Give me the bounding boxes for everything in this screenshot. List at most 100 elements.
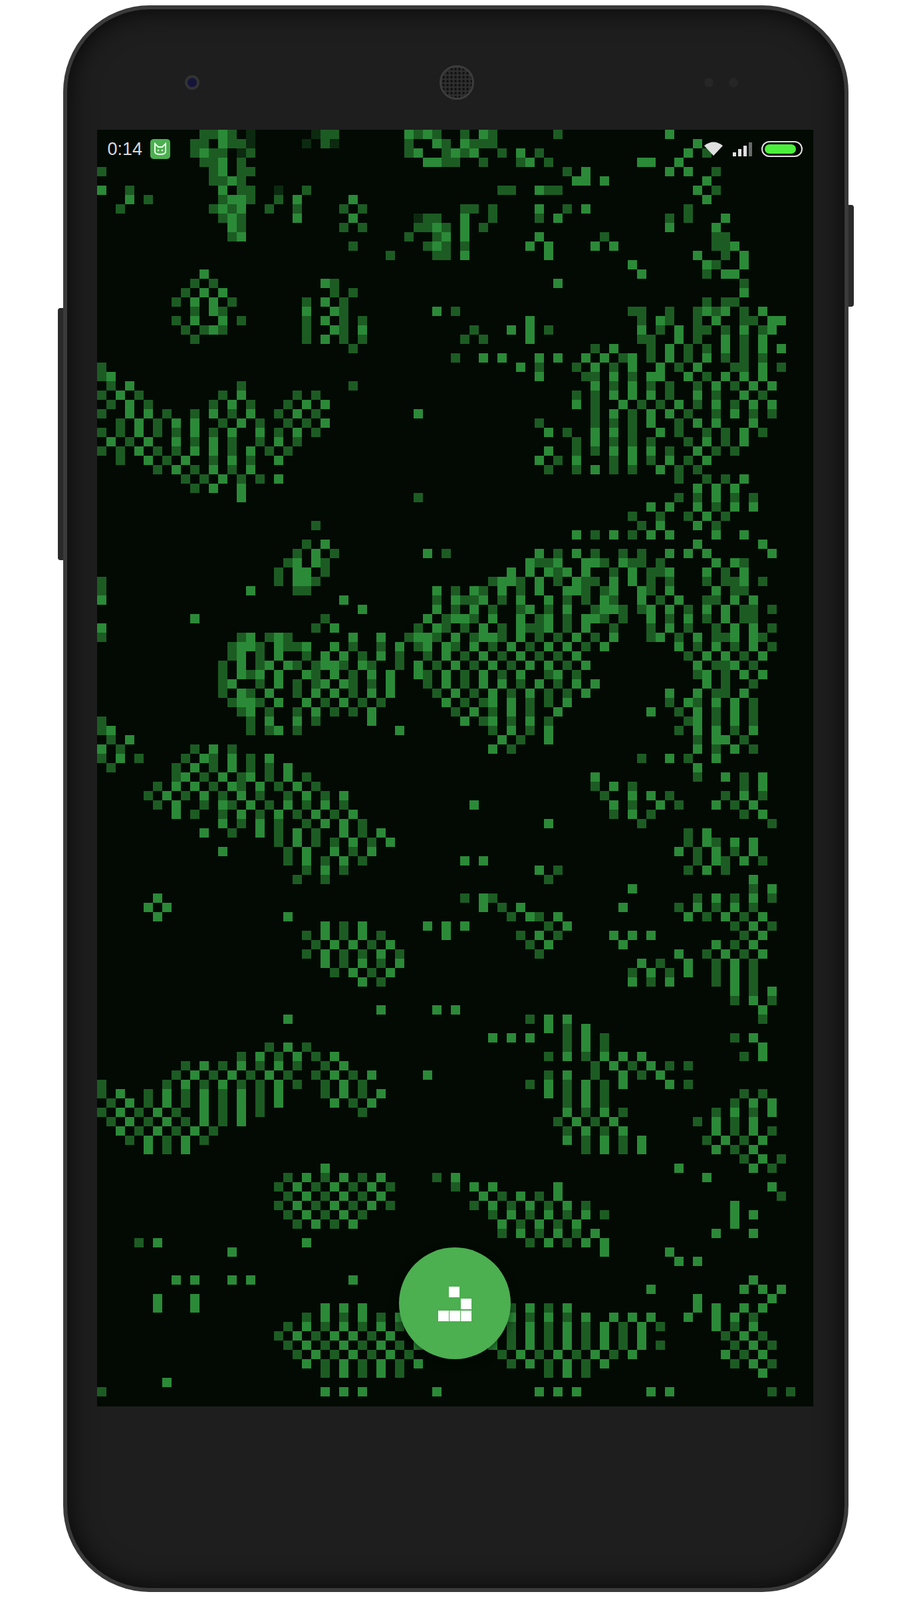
cell[interactable] [497,232,507,242]
cell[interactable] [646,222,656,233]
cell[interactable] [199,362,209,372]
cell[interactable] [432,148,442,158]
cell[interactable] [637,297,647,307]
cell[interactable] [441,204,451,214]
cell[interactable] [581,269,591,279]
cell[interactable] [534,306,544,316]
cell[interactable] [413,213,423,223]
cell[interactable] [497,315,507,326]
cell[interactable] [739,306,749,316]
cell[interactable] [292,148,302,158]
cell[interactable] [218,204,228,214]
cell[interactable] [525,185,535,195]
cell[interactable] [348,343,358,354]
cell[interactable] [367,157,377,167]
cell[interactable] [804,129,814,139]
cell[interactable] [683,148,693,158]
cell[interactable] [627,232,638,242]
cell[interactable] [478,297,489,307]
cell[interactable] [190,269,200,279]
cell[interactable] [692,306,703,316]
cell[interactable] [711,185,721,195]
cell[interactable] [785,315,796,326]
cell[interactable] [283,185,293,195]
cell[interactable] [655,315,665,326]
cell[interactable] [97,241,107,251]
cell[interactable] [394,129,405,139]
cell[interactable] [208,260,219,270]
cell[interactable] [730,241,740,251]
cell[interactable] [646,353,656,363]
cell[interactable] [292,325,302,335]
cell[interactable] [637,129,647,139]
cell[interactable] [646,157,656,167]
cell[interactable] [488,269,498,279]
cell[interactable] [246,250,256,261]
cell[interactable] [711,269,721,279]
cell[interactable] [460,362,470,372]
cell[interactable] [692,232,703,242]
cell[interactable] [255,353,265,363]
cell[interactable] [450,176,461,186]
cell[interactable] [739,241,749,251]
cell[interactable] [664,138,675,149]
cell[interactable] [162,232,172,242]
cell[interactable] [739,343,749,354]
cell[interactable] [711,204,721,214]
cell[interactable] [590,213,600,223]
cell[interactable] [385,241,395,251]
cell[interactable] [460,269,470,279]
cell[interactable] [152,362,163,372]
cell[interactable] [97,287,107,298]
cell[interactable] [516,222,526,233]
cell[interactable] [609,315,619,326]
cell[interactable] [246,260,256,270]
cell[interactable] [450,241,461,251]
cell[interactable] [97,353,107,363]
cell[interactable] [264,176,274,186]
cell[interactable] [376,241,386,251]
cell[interactable] [199,138,209,149]
cell[interactable] [525,213,535,223]
cell[interactable] [385,204,395,214]
cell[interactable] [562,315,572,326]
cell[interactable] [432,287,442,298]
cell[interactable] [646,232,656,242]
cell[interactable] [785,334,796,344]
cell[interactable] [730,129,740,139]
cell[interactable] [97,250,107,261]
cell[interactable] [516,129,526,139]
cell[interactable] [674,306,684,316]
cell[interactable] [748,343,759,354]
cell[interactable] [767,250,777,261]
cell[interactable] [143,204,153,214]
cell[interactable] [339,157,349,167]
cell[interactable] [767,176,777,186]
cell[interactable] [785,185,796,195]
cell[interactable] [683,325,693,335]
cell[interactable] [432,343,442,354]
cell[interactable] [143,250,153,261]
cell[interactable] [516,176,526,186]
cell[interactable] [134,241,144,251]
cell[interactable] [599,278,610,288]
cell[interactable] [525,343,535,354]
cell[interactable] [394,157,405,167]
cell[interactable] [320,232,330,242]
cell[interactable] [171,204,181,214]
cell[interactable] [758,306,768,316]
cell[interactable] [553,287,563,298]
cell[interactable] [125,176,135,186]
cell[interactable] [599,166,610,177]
cell[interactable] [683,222,693,233]
cell[interactable] [125,343,135,354]
cell[interactable] [357,222,368,233]
cell[interactable] [776,241,786,251]
cell[interactable] [562,343,572,354]
cell[interactable] [115,204,126,214]
cell[interactable] [171,297,181,307]
cell[interactable] [637,204,647,214]
cell[interactable] [97,185,107,195]
cell[interactable] [795,278,805,288]
cell[interactable] [497,334,507,344]
